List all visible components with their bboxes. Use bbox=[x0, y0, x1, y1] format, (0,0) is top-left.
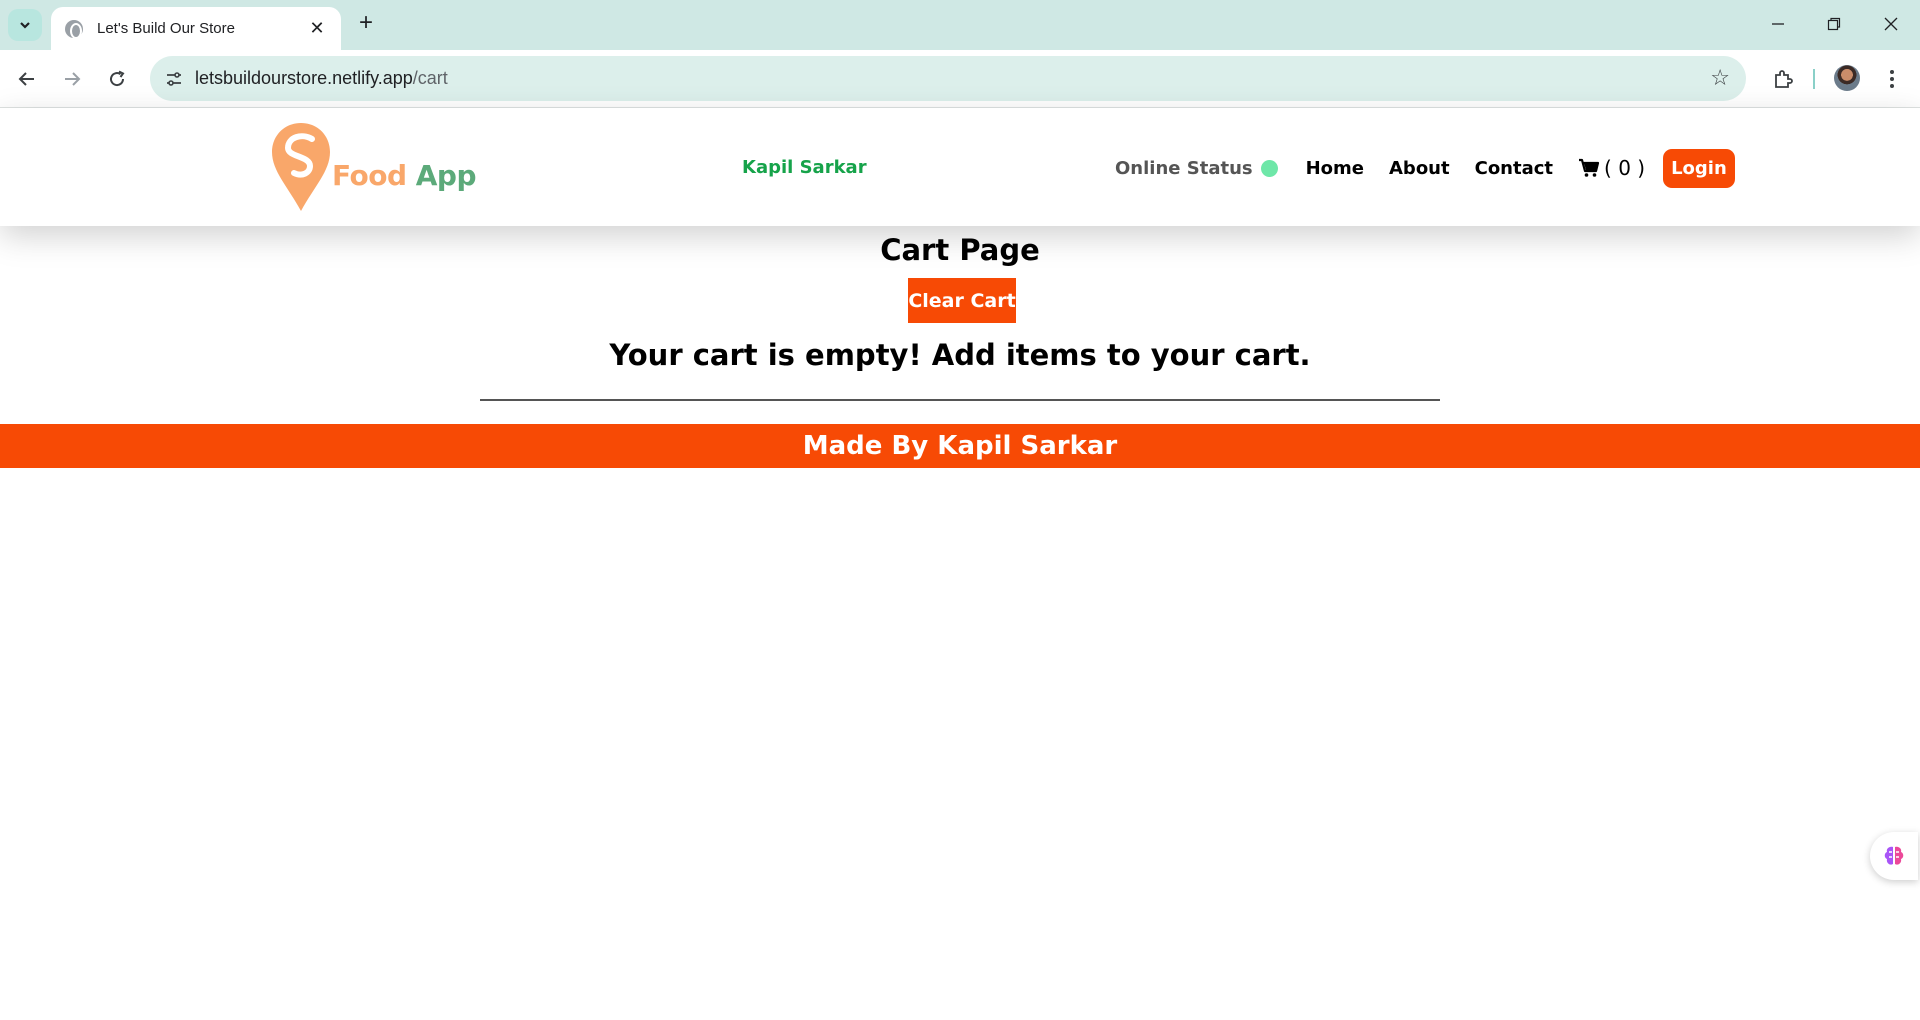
browser-menu-button[interactable] bbox=[1880, 62, 1904, 96]
map-pin-logo-icon bbox=[272, 123, 330, 211]
empty-cart-message: Your cart is empty! Add items to your ca… bbox=[609, 338, 1311, 372]
more-vertical-icon bbox=[1890, 70, 1894, 88]
restore-icon bbox=[1827, 17, 1841, 31]
browser-tab-bar: Let's Build Our Store ✕ + bbox=[0, 0, 1920, 50]
url-text: letsbuildourstore.netlify.app/cart bbox=[195, 68, 448, 89]
back-button[interactable] bbox=[10, 62, 44, 96]
nav-contact-link[interactable]: Contact bbox=[1475, 158, 1553, 179]
brand-name: Kapil Sarkar bbox=[742, 157, 867, 178]
tune-icon bbox=[167, 71, 181, 86]
site-footer: Made By Kapil Sarkar bbox=[0, 424, 1920, 468]
url-path: /cart bbox=[412, 68, 448, 88]
reload-icon bbox=[110, 70, 125, 87]
profile-avatar[interactable] bbox=[1834, 65, 1860, 91]
main-nav: Online Status Home About Contact ( 0 ) L… bbox=[1115, 148, 1735, 188]
cart-page-title: Cart Page bbox=[880, 233, 1040, 267]
globe-icon bbox=[65, 19, 83, 39]
cart-link[interactable]: ( 0 ) bbox=[1578, 156, 1645, 180]
online-status-dot bbox=[1260, 159, 1278, 177]
reload-button[interactable] bbox=[100, 62, 134, 96]
clear-cart-button[interactable]: Clear Cart bbox=[908, 278, 1016, 323]
cart-count: ( 0 ) bbox=[1604, 156, 1646, 180]
arrow-left-icon bbox=[18, 72, 34, 86]
close-icon bbox=[1884, 17, 1898, 31]
tab-search-button[interactable] bbox=[8, 9, 42, 41]
forward-button[interactable] bbox=[55, 62, 89, 96]
restore-button[interactable] bbox=[1814, 10, 1854, 38]
tab-title: Let's Build Our Store bbox=[97, 20, 235, 37]
puzzle-icon bbox=[1775, 70, 1793, 88]
section-divider bbox=[480, 399, 1440, 401]
arrow-right-icon bbox=[65, 72, 81, 86]
browser-toolbar: letsbuildourstore.netlify.app/cart ☆ bbox=[0, 50, 1920, 108]
url-host: letsbuildourstore.netlify.app bbox=[195, 68, 413, 88]
browser-tab[interactable]: Let's Build Our Store ✕ bbox=[51, 7, 341, 50]
nav-home-link[interactable]: Home bbox=[1306, 158, 1364, 179]
new-tab-button[interactable]: + bbox=[352, 10, 380, 38]
online-status-label: Online Status bbox=[1115, 157, 1253, 179]
web-page: Food App Kapil Sarkar Online Status Home… bbox=[0, 108, 1920, 1020]
site-info-button[interactable] bbox=[159, 64, 189, 94]
minimize-icon bbox=[1772, 23, 1784, 25]
minimize-button[interactable] bbox=[1758, 10, 1798, 38]
logo-text-app: App bbox=[415, 159, 477, 192]
nav-about-link[interactable]: About bbox=[1389, 158, 1450, 179]
login-button[interactable]: Login bbox=[1663, 148, 1735, 188]
site-header: Food App Kapil Sarkar Online Status Home… bbox=[0, 108, 1920, 226]
bookmark-star-icon[interactable]: ☆ bbox=[1710, 66, 1730, 91]
logo-text-food: Food bbox=[332, 159, 407, 192]
tab-close-button[interactable]: ✕ bbox=[307, 18, 327, 39]
floating-assistant-button[interactable] bbox=[1870, 832, 1918, 880]
chevron-down-icon bbox=[20, 22, 30, 29]
food-app-logo[interactable]: Food App bbox=[270, 121, 480, 215]
shopping-cart-icon bbox=[1579, 158, 1600, 177]
toolbar-separator bbox=[1813, 69, 1815, 89]
brain-icon bbox=[1884, 846, 1904, 865]
address-bar[interactable]: letsbuildourstore.netlify.app/cart ☆ bbox=[150, 56, 1746, 101]
extensions-button[interactable] bbox=[1766, 62, 1800, 96]
close-window-button[interactable] bbox=[1871, 10, 1911, 38]
logo-text: Food App bbox=[332, 159, 477, 192]
